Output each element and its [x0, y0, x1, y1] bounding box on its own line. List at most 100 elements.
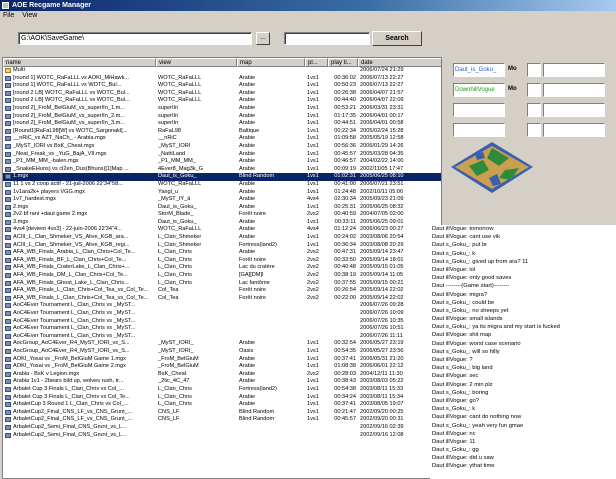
table-row[interactable]: ACIII_L_Clan_Shmeker_VS_Alive_KGB_ara...…	[3, 234, 441, 242]
chat-line: Daut s_Goku_: gived up from ara? 11	[432, 258, 529, 265]
table-row[interactable]: 2v2 bf rani +daut game 2.mgx StorM_Blade_…	[3, 211, 441, 219]
table-row[interactable]: Arabia - BsK v Legion.mgx BsK_Cheat Arabie…	[3, 371, 441, 379]
cell-view: L_Clan_Chris	[158, 256, 192, 263]
table-row[interactable]: AFA_WB_Finals_CraterLake_L_Clan_Chris+..…	[3, 264, 441, 272]
table-row[interactable]: AFA_WB_Finals_L_Clan_Chris+Col_Tea_vs_Co…	[3, 294, 441, 303]
cell-name: AFA_WB_Finals_Arabia_L_Clan_Chris+Col_Te…	[3, 249, 156, 257]
cell-view: L_Clan_Chris	[158, 249, 192, 256]
search-button[interactable]: Search	[372, 31, 422, 46]
cell-view: StorM_Blade_	[158, 211, 194, 218]
table-row[interactable]: Arbalet Cup 3 Finals L_Clan_Chris vs Col…	[3, 394, 441, 402]
table-row[interactable]: __nRiC_vs AZT_NaCh_ - Arabia.mgx __nRiC Ar…	[3, 135, 441, 143]
table-row[interactable]: [Round1]RaFaL98[W] vs WOTC_Sargonakl[...…	[3, 127, 441, 136]
table-row[interactable]: _Neat_Freak_vs _YuG_BajA_VII.mgx _NattiLa…	[3, 150, 441, 159]
table-row[interactable]: [round 2]_FroM_BelGiuM_vs_superIIn_2.m..…	[3, 113, 441, 121]
cell-name-text: AOKI_Yosai vs _FroM_BelGiuM Game 2.mgx	[13, 363, 126, 370]
cell-date: 2005/03/28 04:35	[360, 150, 404, 157]
cell-name-text: AoC4Ever Tournament L_Clan_Chris vs _MyS…	[13, 332, 136, 339]
file-icon	[5, 409, 11, 415]
chat-line: Daut illVogue: migra?	[432, 291, 488, 298]
table-row[interactable]: [round 2 LB] WOTC_RaFaLLL vs WOTC_Bul...…	[3, 90, 441, 98]
table-row[interactable]: ACIII_L_Clan_Shmeker_VS_Alive_KGB_regi..…	[3, 241, 441, 250]
table-row[interactable]: _MyST_IORI vs BsK_Cheat.mgx _MyST_IORI Ara…	[3, 143, 441, 151]
cell-name-text: _Neat_Freak_vs _YuG_BajA_VII.mgx	[13, 150, 107, 157]
cell-date: 2006/07/21 23:51	[360, 180, 404, 187]
table-row[interactable]: AFA_WB_Finals_L_Clan_Chris+Col_Tea_vs_Co…	[3, 287, 441, 295]
menu-view[interactable]: View	[22, 12, 37, 19]
cell-name-text: AoC4Ever Tournament L_Clan_Chris vs _MyS…	[13, 317, 136, 324]
cell-date: 2002/10/11 05:06	[360, 188, 404, 195]
search-input[interactable]	[284, 32, 370, 45]
cell-players: 1vs1	[307, 378, 319, 385]
cell-players: 1vs1	[307, 135, 319, 142]
table-row[interactable]: AoC4Ever Tournament L_Clan_Chris vs _MyS…	[3, 318, 441, 326]
table-row[interactable]: 1v7_hardest.mgx _MyST_IY_ä Arabie 4vs4 02:30…	[3, 196, 441, 204]
table-row[interactable]: [round 2 LB] WOTC_RaFaLLL vs WOTC_Bul...…	[3, 97, 441, 105]
table-row[interactable]: ArbaletCup2_Semi_Final_CNS_Grunt_vs_L...…	[3, 432, 441, 440]
table-row[interactable]: AoC4Ever Tournament L_Clan_Chris vs _MyS…	[3, 332, 441, 341]
cell-play-time: 00:36:02	[334, 74, 356, 81]
table-row[interactable]: [round 1] WOTC_RaFaLLL vs AOKI_MiHawk...…	[3, 74, 441, 83]
table-row[interactable]: _P1_MM_MM_-balen.mgx _P1_MM_MM_ Arabie 1vs1…	[3, 158, 441, 166]
table-row[interactable]: ArbaletCup2_Final_CNS_LF_vs_CNS_Grunt_..…	[3, 409, 441, 417]
cell-name: [round 1] WOTC_RaFaLLL vs WOTC_Bul...	[3, 82, 156, 90]
column-header-map[interactable]: map	[237, 58, 305, 67]
column-header-play-time[interactable]: play ti...	[328, 58, 358, 67]
chat-line: Daut illVogue: cant use vik	[432, 234, 500, 241]
list-header: name view map pl... play ti... date	[3, 58, 441, 67]
table-row[interactable]: AFA_WB_Finals_BF_L_Clan_Chris+Col_Te... L…	[3, 256, 441, 265]
cell-name: Arabia - BsK v Legion.mgx	[3, 371, 156, 379]
table-row[interactable]: AoC4Ever Tournament L_Clan_Chris vs _MyS…	[3, 325, 441, 333]
chat-line: Daut illVogue: lol	[432, 266, 476, 273]
table-row[interactable]: 1v1ara2k+ players VGG.mgx Yangl_u Arabie 1v…	[3, 188, 441, 197]
table-row[interactable]: Arbalet Cup 3 Finals L_Clan_Chris vs Col…	[3, 386, 441, 394]
table-row[interactable]: AOKI_Yosai vs _FroM_BelGiuM Game 2.mgx _F…	[3, 363, 441, 371]
cell-players	[305, 424, 328, 432]
cell-players: 1vs1	[307, 241, 319, 248]
table-row[interactable]: [round 1] WOTC_RaFaLLL vs WOTC_Bul... WOT…	[3, 82, 441, 90]
table-row[interactable]: 4vs4 [devient 4vs3] - 22-juin-2006 22'34…	[3, 226, 441, 234]
file-icon	[5, 174, 11, 180]
table-row[interactable]: 3.mgx Daut_is_Goku_ Arabie 1vs1 00:33:11 2005…	[3, 219, 441, 227]
table-row[interactable]: Arabia 1v1 - 2bears bild up, wolves rush…	[3, 378, 441, 386]
column-header-date[interactable]: date	[358, 58, 441, 67]
cell-map: Forêt noire	[239, 294, 267, 301]
table-row[interactable]: ArbaletCup2_Semi_Final_CNS_Grunt_vs_L...…	[3, 424, 441, 432]
column-header-players[interactable]: pl...	[305, 58, 328, 67]
player-info-box	[543, 63, 605, 77]
column-header-view[interactable]: view	[156, 58, 237, 67]
table-row[interactable]: AocGroup_AoC4Ever_R4_MyST_IORI_vs_S... _M…	[3, 348, 441, 356]
table-row[interactable]: AOKI_Yosai vs _FroM_BelGiuM Game 1.mgx _F…	[3, 356, 441, 364]
table-row[interactable]: AocGroup_AoC4Ever_R4_MyST_IORI_vs_S... _M…	[3, 340, 441, 348]
table-row[interactable]: Multi 2006/07/24 21:29	[3, 67, 441, 75]
cell-name: ArbaletCup2_Semi_Final_CNS_Grunt_vs_L...	[3, 432, 156, 440]
table-row[interactable]: AFA_WB_Finals_Arabia_L_Clan_Chris+Col_Te…	[3, 249, 441, 257]
browse-button[interactable]: ...	[256, 32, 270, 45]
table-row[interactable]: 1.mgx Daut_is_Goku_ Blind Random 1vs1 01:02:…	[3, 173, 441, 181]
cell-name: AFA_WB_Finals_L_Clan_Chris+Col_Tea_vs_Co…	[3, 295, 156, 303]
table-row[interactable]: [round 2]_FroM_BelGiuM_vs_superIIn_1.m..…	[3, 104, 441, 113]
cell-name: AoC4Ever Tournament L_Clan_Chris vs _MyS…	[3, 318, 156, 326]
menu-file[interactable]: File	[3, 12, 14, 19]
cell-name-text: 2v2 bf rani +daut game 2.mgx	[13, 211, 88, 218]
table-row[interactable]: 11 1 vs 2 coop actif - 21-juil-2006 22'3…	[3, 180, 441, 189]
cell-view: L_Clan_Shmeker	[158, 234, 202, 241]
cell-players	[305, 333, 328, 341]
cell-map: Arabie	[239, 97, 256, 104]
cell-name-text: [Round1]RaFaL98[W] vs WOTC_Sargonakl[...	[13, 127, 128, 134]
table-row[interactable]: ArbaletCup 3 Round 1 L_Clan_Chris vs Col…	[3, 401, 441, 409]
table-row[interactable]: AFA_WB_Finals_DM_L_Clan_Chris+Col_Te... L…	[3, 272, 441, 280]
cell-name-text: [round 2]_FroM_BelGiuM_vs_superIIn_1.m..…	[13, 104, 125, 111]
table-row[interactable]: AoC4Ever Tournament L_Clan_Chris vs _MyS…	[3, 302, 441, 310]
app-window: AOE Recgame Manager File View G:\AOK\Sav…	[0, 0, 616, 479]
column-header-name[interactable]: name	[3, 58, 156, 67]
table-row[interactable]: [round 2]_FroM_BelGiuM_vs_superIIn_3.m..…	[3, 120, 441, 128]
table-row[interactable]: ArbaletCup2_Final_CNS_LF_vs_CNS_Grunt_..…	[3, 416, 441, 424]
table-row[interactable]: AFA_WB_Finals_Ghost_Lake_L_Clan_Chris...…	[3, 280, 441, 288]
menu-bar: File View	[0, 11, 616, 21]
table-row[interactable]: 2.mgx Daut_is_Goku_ Arabie 1vs1 00:25:31 2005…	[3, 204, 441, 212]
cell-map: Arabie	[239, 226, 256, 233]
table-row[interactable]: _SnakeEHuns) vs cl2en_Dus(Bhuns)[1]Map .…	[3, 166, 441, 174]
table-row[interactable]: AoC4Ever Tournament L_Clan_Chris vs _MyS…	[3, 310, 441, 318]
path-input[interactable]: G:\AOK\SaveGame\	[18, 32, 252, 45]
